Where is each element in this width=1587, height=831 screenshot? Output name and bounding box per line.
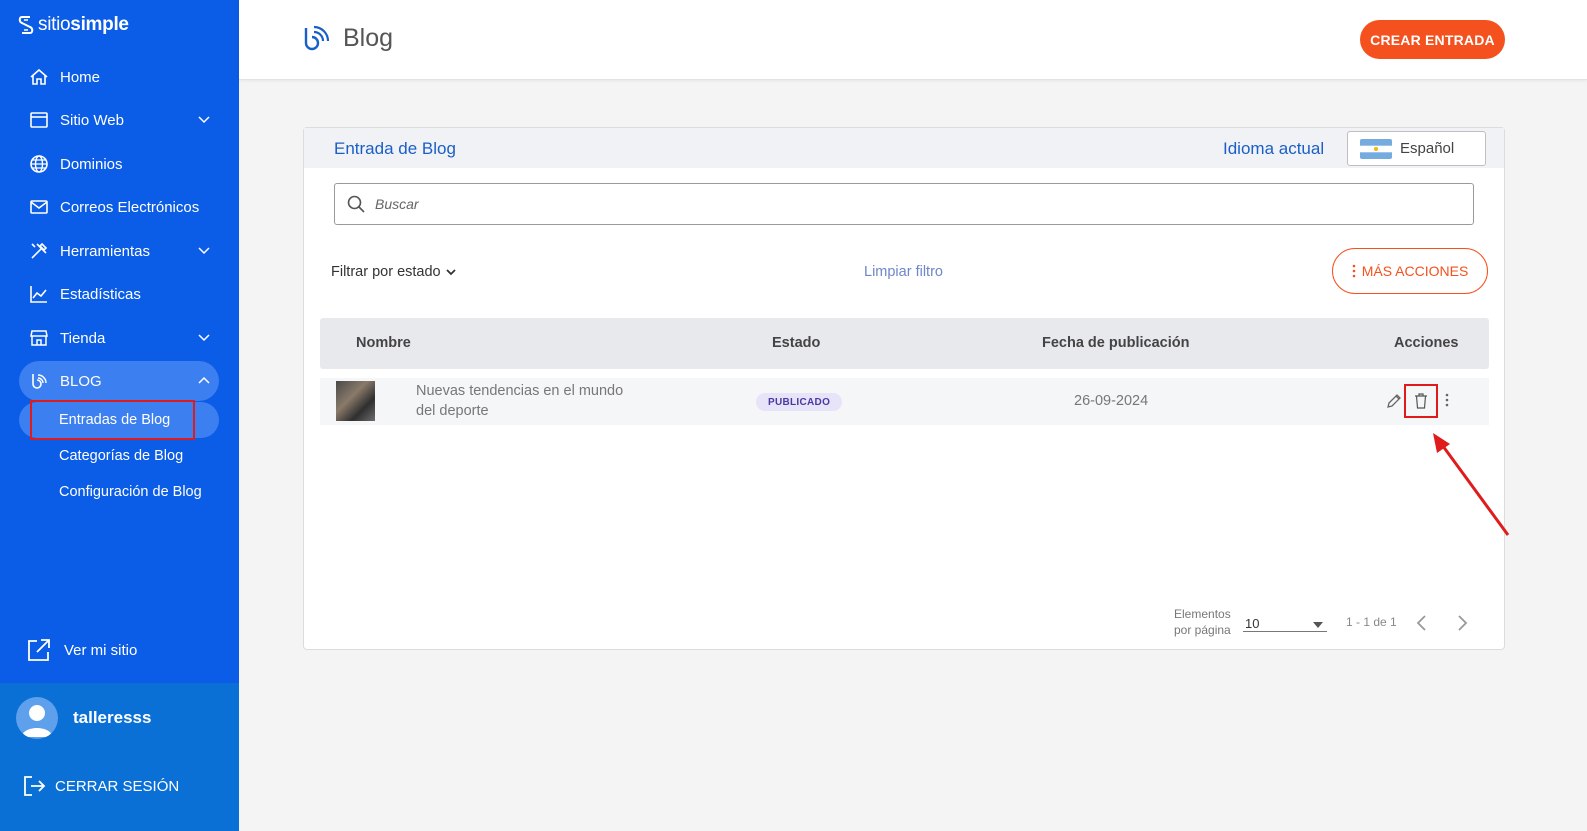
create-entry-button[interactable]: CREAR ENTRADA — [1360, 20, 1505, 59]
delete-button[interactable] — [1404, 384, 1438, 418]
column-header-status[interactable]: Estado — [772, 335, 820, 351]
column-header-actions: Acciones — [1394, 335, 1459, 351]
store-icon — [28, 327, 50, 349]
logo-icon — [18, 16, 34, 34]
sidebar-item-tienda[interactable]: Tienda — [19, 318, 219, 358]
sidebar-subitem-categorias[interactable]: Categorías de Blog — [19, 438, 219, 474]
status-badge: PUBLICADO — [756, 393, 843, 411]
page-title-text: Blog — [343, 23, 394, 52]
brand-logo[interactable]: sitio simple — [18, 14, 129, 36]
logout-icon — [24, 776, 46, 796]
top-bar: Blog CREAR ENTRADA — [239, 0, 1587, 80]
trash-icon — [1415, 393, 1427, 409]
home-icon — [28, 66, 50, 88]
items-per-page-select[interactable]: 10 — [1243, 612, 1327, 632]
chevron-down-icon — [198, 116, 210, 124]
chevron-left-icon[interactable] — [1414, 613, 1430, 633]
status-filter-dropdown[interactable]: Filtrar por estado — [331, 264, 457, 280]
kebab-menu-icon — [1352, 264, 1356, 278]
table-header: Nombre Estado Fecha de publicación Accio… — [320, 318, 1489, 369]
globe-icon — [28, 153, 50, 175]
search-input[interactable] — [375, 196, 1455, 212]
search-icon — [347, 195, 365, 213]
sidebar-item-home[interactable]: Home — [19, 57, 219, 97]
chevron-up-icon — [198, 376, 210, 384]
column-header-date[interactable]: Fecha de publicación — [1042, 335, 1189, 351]
pagination-range: 1 - 1 de 1 — [1346, 615, 1397, 629]
username: talleresss — [73, 708, 152, 727]
table-row[interactable]: Nuevas tendencias en el mundo del deport… — [320, 378, 1489, 425]
user-panel: talleresss CERRAR SESIÓN — [0, 683, 239, 831]
argentina-flag-icon — [1360, 138, 1392, 159]
sidebar-item-label: Tienda — [60, 329, 106, 347]
sidebar-item-label: BLOG — [60, 372, 102, 390]
language-value: Español — [1400, 140, 1455, 157]
sidebar-subitem-configuracion[interactable]: Configuración de Blog — [19, 474, 219, 510]
publish-date: 26-09-2024 — [1074, 393, 1149, 409]
sidebar-item-correos[interactable]: Correos Electrónicos — [19, 187, 219, 227]
blog-entries-card: Entrada de Blog Idioma actual Español Fi… — [303, 127, 1505, 650]
sidebar-item-dominios[interactable]: Dominios — [19, 144, 219, 184]
caret-down-icon — [1313, 622, 1323, 628]
post-thumbnail — [336, 381, 375, 421]
chevron-down-icon — [198, 334, 210, 342]
more-actions-label: MÁS ACCIONES — [1361, 263, 1469, 279]
mail-icon — [28, 196, 50, 218]
view-site-link[interactable]: Ver mi sitio — [26, 637, 137, 663]
column-header-name[interactable]: Nombre — [356, 335, 411, 351]
sidebar-item-label: Correos Electrónicos — [60, 198, 200, 216]
items-per-page-label: Elementos por página — [1174, 607, 1231, 637]
sidebar-item-label: Home — [60, 68, 101, 86]
sidebar-item-label: Estadísticas — [60, 285, 141, 303]
sidebar-item-estadisticas[interactable]: Estadísticas — [19, 274, 219, 314]
annotation-arrow-icon — [1433, 433, 1510, 536]
chevron-down-icon — [198, 247, 210, 255]
view-site-label: Ver mi sitio — [64, 641, 138, 659]
browser-window-icon — [28, 109, 50, 131]
language-label: Idioma actual — [1223, 139, 1325, 158]
blog-icon — [28, 370, 50, 392]
sidebar-subitem-label: Categorías de Blog — [59, 448, 184, 464]
edit-pencil-icon[interactable] — [1386, 393, 1402, 409]
kebab-menu-icon[interactable] — [1444, 392, 1450, 408]
chevron-right-icon[interactable] — [1454, 613, 1470, 633]
tools-icon — [28, 240, 50, 262]
blog-icon — [304, 25, 330, 51]
more-actions-button[interactable]: MÁS ACCIONES — [1332, 248, 1488, 294]
card-header: Entrada de Blog Idioma actual Español — [304, 128, 1504, 168]
sidebar-subitem-label: Configuración de Blog — [59, 484, 202, 500]
post-name[interactable]: Nuevas tendencias en el mundo del deport… — [416, 381, 636, 421]
page-title: Blog — [301, 22, 393, 54]
chevron-down-icon — [445, 269, 456, 276]
brand-bold: simple — [70, 14, 129, 35]
sidebar: sitio simple Home Sitio Web Dominios Corr… — [0, 0, 239, 831]
clear-filter-link[interactable]: Limpiar filtro — [864, 264, 943, 280]
sidebar-item-label: Dominios — [60, 155, 123, 173]
search-box[interactable] — [334, 183, 1474, 225]
logout-button[interactable]: CERRAR SESIÓN — [23, 775, 179, 797]
language-select[interactable]: Español — [1347, 131, 1486, 166]
sidebar-item-label: Herramientas — [60, 242, 151, 260]
chart-icon — [28, 283, 50, 305]
status-filter-label: Filtrar por estado — [331, 264, 441, 280]
logout-label: CERRAR SESIÓN — [55, 777, 180, 795]
card-title: Entrada de Blog — [334, 139, 456, 158]
sidebar-item-blog[interactable]: BLOG — [19, 361, 219, 401]
external-link-icon — [28, 639, 50, 661]
sidebar-item-label: Sitio Web — [60, 111, 124, 129]
brand-light: sitio — [38, 14, 71, 35]
avatar[interactable] — [16, 697, 58, 739]
user-icon — [21, 705, 53, 737]
highlight-box — [30, 400, 195, 440]
items-per-page-value: 10 — [1245, 616, 1260, 631]
sidebar-item-sitio-web[interactable]: Sitio Web — [19, 100, 219, 140]
sidebar-item-herramientas[interactable]: Herramientas — [19, 231, 219, 271]
